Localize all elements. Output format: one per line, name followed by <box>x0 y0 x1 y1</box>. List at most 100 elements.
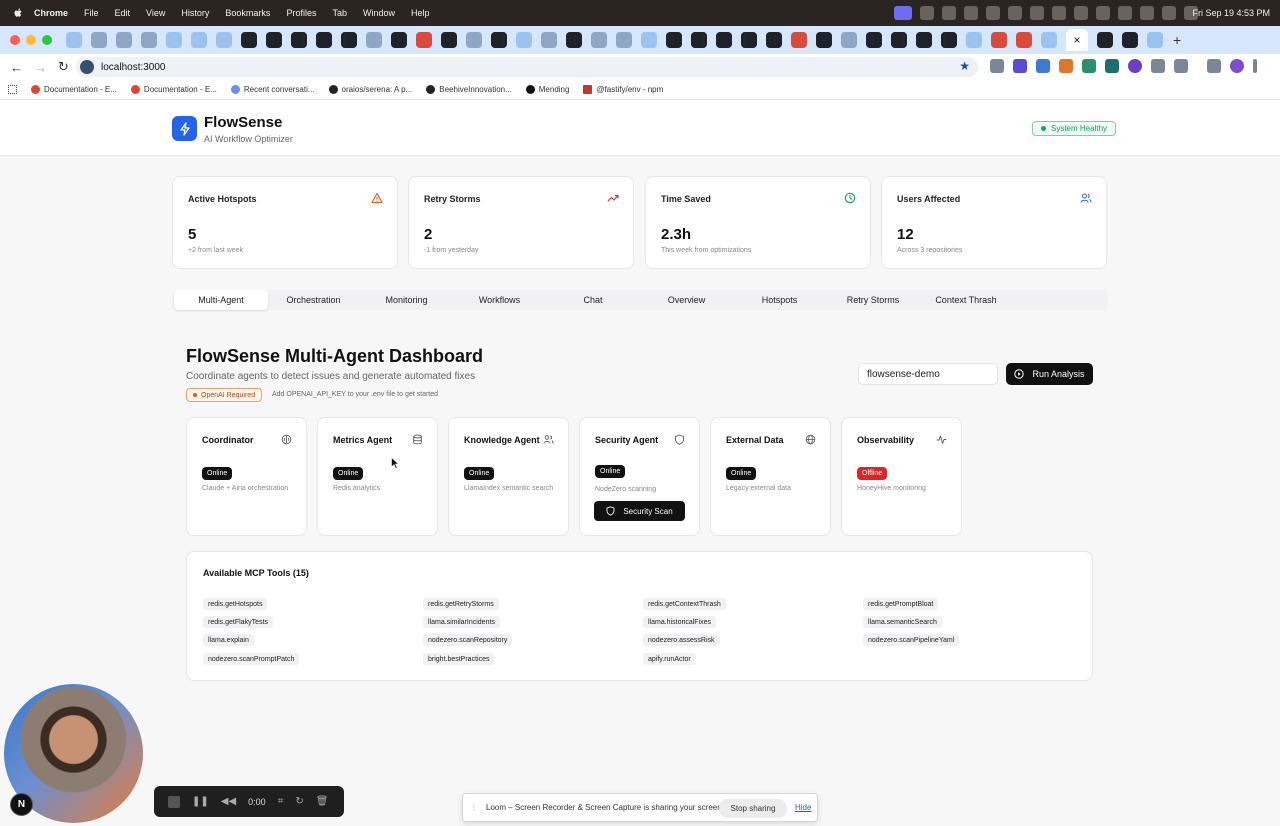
close-window-icon[interactable] <box>10 35 20 45</box>
browser-tab[interactable] <box>391 32 407 48</box>
active-tab-close-icon[interactable]: × <box>1066 29 1088 51</box>
new-tab-button[interactable]: + <box>1173 32 1181 48</box>
extensions-puzzle-icon[interactable] <box>1174 59 1188 73</box>
menu-window[interactable]: Window <box>363 8 395 18</box>
side-panel-icon[interactable] <box>1207 59 1221 73</box>
apps-grid-icon[interactable] <box>8 85 17 94</box>
browser-tab[interactable] <box>441 32 457 48</box>
menubar-clock[interactable]: Fri Sep 19 4:53 PM <box>1192 8 1270 18</box>
menu-history[interactable]: History <box>181 8 209 18</box>
browser-tab[interactable] <box>891 32 907 48</box>
bookmark-item[interactable]: BeehiveInnovation... <box>426 85 512 94</box>
browser-tab[interactable] <box>941 32 957 48</box>
browser-menu-icon[interactable] <box>1253 59 1257 73</box>
tab-multi-agent[interactable]: Multi-Agent <box>174 290 268 310</box>
back-icon[interactable]: ← <box>10 60 24 75</box>
repository-input[interactable] <box>858 363 998 385</box>
tab-hotspots[interactable]: Hotspots <box>733 290 826 310</box>
wifi-icon[interactable] <box>1118 6 1132 20</box>
browser-tab[interactable] <box>866 32 882 48</box>
bookmark-item[interactable]: Recent conversati... <box>230 85 315 94</box>
battery-icon[interactable] <box>1008 6 1022 20</box>
extension-icon[interactable] <box>1082 59 1096 73</box>
browser-tab[interactable] <box>1097 32 1113 48</box>
browser-tab[interactable] <box>691 32 707 48</box>
security-scan-button[interactable]: Security Scan <box>594 501 685 521</box>
menu-bookmarks[interactable]: Bookmarks <box>225 8 270 18</box>
browser-tab[interactable] <box>616 32 632 48</box>
menu-profiles[interactable]: Profiles <box>286 8 316 18</box>
tab-context-thrash[interactable]: Context Thrash <box>919 290 1013 310</box>
tab-monitoring[interactable]: Monitoring <box>360 290 453 310</box>
extension-icon[interactable] <box>1105 59 1119 73</box>
browser-tab[interactable] <box>1041 32 1057 48</box>
apple-icon[interactable] <box>12 7 24 19</box>
menu-help[interactable]: Help <box>411 8 430 18</box>
profile-avatar[interactable] <box>1230 59 1244 73</box>
run-analysis-button[interactable]: Run Analysis <box>1006 363 1093 385</box>
extension-icon[interactable] <box>1013 59 1027 73</box>
grid-icon[interactable]: ⌗ <box>278 796 284 807</box>
control-center-icon[interactable] <box>1162 6 1176 20</box>
browser-tab[interactable] <box>816 32 832 48</box>
tray-icon[interactable] <box>964 6 978 20</box>
browser-tab[interactable] <box>216 32 232 48</box>
browser-tab[interactable] <box>791 32 807 48</box>
browser-tab[interactable] <box>991 32 1007 48</box>
screen-share-icon[interactable] <box>894 6 912 20</box>
browser-tab[interactable] <box>641 32 657 48</box>
tray-icon[interactable] <box>1052 6 1066 20</box>
stop-sharing-button[interactable]: Stop sharing <box>719 799 787 818</box>
browser-tab[interactable] <box>291 32 307 48</box>
tray-icon[interactable] <box>986 6 1000 20</box>
browser-tab[interactable] <box>1147 32 1163 48</box>
browser-tab[interactable] <box>916 32 932 48</box>
browser-tab[interactable] <box>266 32 282 48</box>
pause-icon[interactable]: ❚❚ <box>192 796 209 807</box>
browser-tab[interactable] <box>966 32 982 48</box>
tab-retry-storms[interactable]: Retry Storms <box>826 290 920 310</box>
browser-tab[interactable] <box>66 32 82 48</box>
extension-icon[interactable] <box>1059 59 1073 73</box>
menu-tab[interactable]: Tab <box>332 8 347 18</box>
browser-tab[interactable] <box>141 32 157 48</box>
reload-icon[interactable]: ↻ <box>58 59 72 75</box>
extension-icon[interactable] <box>1151 59 1165 73</box>
browser-tab[interactable] <box>841 32 857 48</box>
tab-overview[interactable]: Overview <box>640 290 733 310</box>
bookmark-star-icon[interactable]: ★ <box>959 59 970 73</box>
bookmark-item[interactable]: oraios/serena: A p... <box>328 85 412 94</box>
browser-tab[interactable] <box>316 32 332 48</box>
browser-tab[interactable] <box>516 32 532 48</box>
tab-chat[interactable]: Chat <box>546 290 640 310</box>
browser-tab[interactable] <box>1122 32 1138 48</box>
bookmark-item[interactable]: Documentation - E... <box>130 85 217 94</box>
tray-icon[interactable] <box>1030 6 1044 20</box>
browser-tab[interactable] <box>366 32 382 48</box>
hide-link[interactable]: Hide <box>795 803 811 812</box>
browser-tab[interactable] <box>91 32 107 48</box>
browser-tab[interactable] <box>591 32 607 48</box>
url-text[interactable]: localhost:3000 <box>101 62 166 73</box>
browser-tab[interactable] <box>566 32 582 48</box>
stop-recording-icon[interactable] <box>168 795 180 808</box>
extension-icon[interactable] <box>1128 59 1142 73</box>
zoom-window-icon[interactable] <box>42 35 52 45</box>
browser-tab[interactable] <box>466 32 482 48</box>
tab-orchestration[interactable]: Orchestration <box>267 290 360 310</box>
address-bar[interactable]: localhost:3000 ★ <box>76 57 978 77</box>
browser-tab[interactable] <box>241 32 257 48</box>
browser-tab[interactable] <box>741 32 757 48</box>
drag-handle-icon[interactable]: ⋮ <box>470 803 478 812</box>
browser-tab[interactable] <box>416 32 432 48</box>
menu-view[interactable]: View <box>146 8 165 18</box>
browser-tab[interactable] <box>541 32 557 48</box>
search-icon[interactable] <box>1140 6 1154 20</box>
menu-edit[interactable]: Edit <box>115 8 131 18</box>
bookmark-item[interactable]: Documentation - E... <box>31 85 117 94</box>
restart-icon[interactable]: ↻ <box>295 796 303 807</box>
bookmark-item[interactable]: Mending <box>525 85 569 94</box>
battery-icon[interactable] <box>1096 6 1110 20</box>
browser-tab[interactable] <box>716 32 732 48</box>
minimize-window-icon[interactable] <box>26 35 36 45</box>
